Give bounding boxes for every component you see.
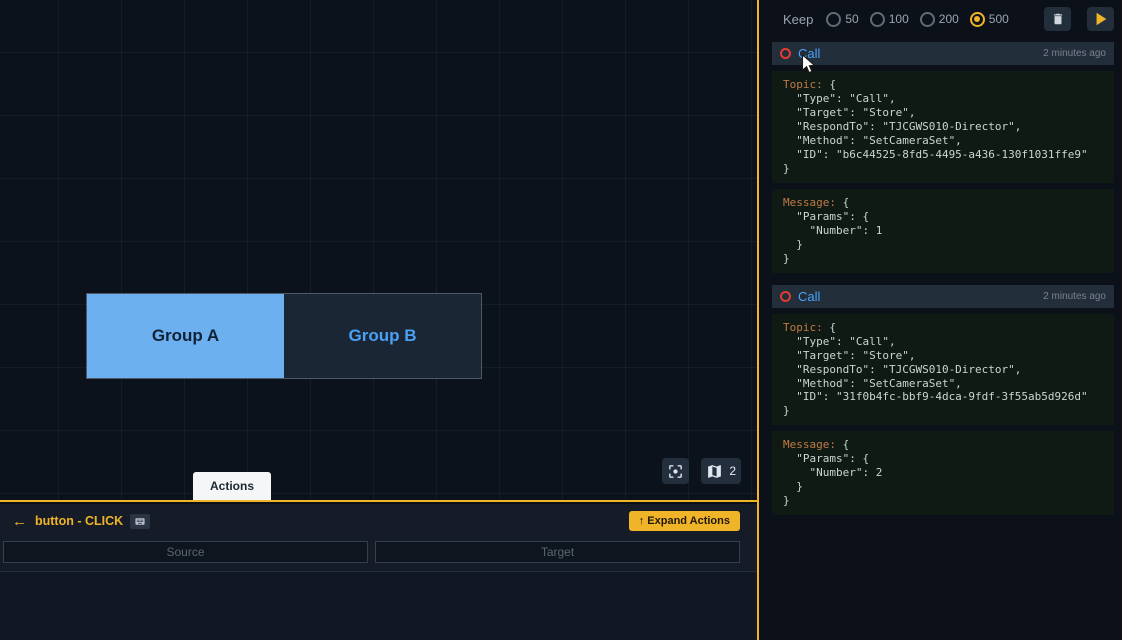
left-column: Group A Group B 2 Actions xyxy=(0,0,759,640)
message-block: Message: { "Params": { "Number": 1 } } xyxy=(772,189,1114,273)
map-icon xyxy=(706,463,723,480)
message-log-panel: Keep 50 100 200 500 xyxy=(761,0,1122,640)
keep-option-label: 50 xyxy=(845,12,858,26)
actions-panel: ← button - CLICK ↑ Expand Actions xyxy=(0,504,757,640)
actions-panel-body xyxy=(0,572,757,640)
keep-option-200[interactable]: 200 xyxy=(920,12,959,27)
message-label: Message: xyxy=(783,438,836,451)
keep-option-label: 200 xyxy=(939,12,959,26)
target-input[interactable] xyxy=(375,541,740,563)
keep-option-label: 500 xyxy=(989,12,1009,26)
action-title: button - CLICK xyxy=(35,514,123,528)
map-pages-button[interactable]: 2 xyxy=(701,458,741,484)
keep-label: Keep xyxy=(783,12,813,27)
keyboard-icon xyxy=(130,514,150,529)
actions-panel-header: ← button - CLICK ↑ Expand Actions xyxy=(0,504,757,538)
topic-json: { "Type": "Call", "Target": "Store", "Re… xyxy=(783,78,1088,175)
message-list: Call 2 minutes ago Topic: { "Type": "Cal… xyxy=(761,38,1122,515)
keep-option-500[interactable]: 500 xyxy=(970,12,1009,27)
keep-option-100[interactable]: 100 xyxy=(870,12,909,27)
clear-log-button[interactable] xyxy=(1044,7,1071,31)
source-input[interactable] xyxy=(3,541,368,563)
actions-tab[interactable]: Actions xyxy=(193,472,271,500)
trash-icon xyxy=(1051,12,1065,26)
message-timestamp: 2 minutes ago xyxy=(1043,48,1106,59)
record-icon xyxy=(780,291,791,302)
message-card: Call 2 minutes ago Topic: { "Type": "Cal… xyxy=(772,42,1114,273)
group-b-button[interactable]: Group B xyxy=(284,294,481,378)
topic-label: Topic: xyxy=(783,321,823,334)
expand-actions-button[interactable]: ↑ Expand Actions xyxy=(629,511,740,531)
message-timestamp: 2 minutes ago xyxy=(1043,291,1106,302)
group-a-button[interactable]: Group A xyxy=(87,294,284,378)
back-button[interactable]: ← xyxy=(12,513,27,530)
log-toolbar: Keep 50 100 200 500 xyxy=(761,0,1122,38)
topic-label: Topic: xyxy=(783,78,823,91)
topic-block: Topic: { "Type": "Call", "Target": "Stor… xyxy=(772,71,1114,183)
message-card-header[interactable]: Call 2 minutes ago xyxy=(772,42,1114,65)
message-type: Call xyxy=(798,289,820,304)
source-target-row xyxy=(0,538,757,572)
center-focus-icon xyxy=(667,463,684,480)
fit-view-button[interactable] xyxy=(662,458,689,484)
record-icon xyxy=(780,48,791,59)
message-block: Message: { "Params": { "Number": 2 } } xyxy=(772,431,1114,515)
play-icon xyxy=(1093,11,1109,27)
message-label: Message: xyxy=(783,196,836,209)
button-group: Group A Group B xyxy=(86,293,482,379)
topic-block: Topic: { "Type": "Call", "Target": "Stor… xyxy=(772,314,1114,426)
keep-option-50[interactable]: 50 xyxy=(826,12,858,27)
keep-option-label: 100 xyxy=(889,12,909,26)
radio-icon xyxy=(870,12,885,27)
design-canvas[interactable]: Group A Group B 2 Actions xyxy=(0,0,757,502)
map-page-count: 2 xyxy=(729,464,736,478)
radio-icon xyxy=(970,12,985,27)
message-type: Call xyxy=(798,46,820,61)
topic-json: { "Type": "Call", "Target": "Store", "Re… xyxy=(783,321,1088,418)
message-card: Call 2 minutes ago Topic: { "Type": "Cal… xyxy=(772,285,1114,516)
radio-icon xyxy=(920,12,935,27)
resume-log-button[interactable] xyxy=(1087,7,1114,31)
message-card-header[interactable]: Call 2 minutes ago xyxy=(772,285,1114,308)
canvas-toolbar: 2 xyxy=(662,458,741,484)
radio-icon xyxy=(826,12,841,27)
